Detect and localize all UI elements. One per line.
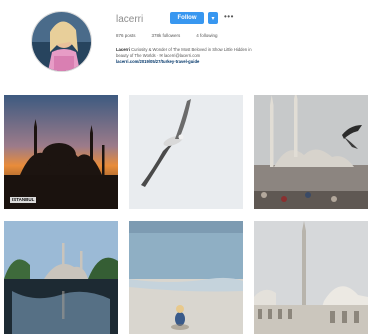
post-tile[interactable]	[254, 95, 368, 209]
profile-bio: Lacerri Curiosity & Wonder of The Most B…	[116, 47, 361, 65]
post-tile[interactable]	[4, 221, 118, 334]
bio-text-1: Curiosity & Wonder of The Most Beloved i…	[131, 47, 252, 52]
profile-stats: 876 posts 378k followers 4 following	[116, 33, 218, 38]
suggestions-dropdown-button[interactable]: ▾	[208, 12, 218, 24]
more-options-button[interactable]: •••	[224, 12, 234, 21]
bio-link[interactable]: lacerri.com/2019/05/27/turkey-travel-gui…	[116, 59, 361, 65]
post-tile[interactable]	[129, 95, 243, 209]
post-tile[interactable]	[129, 221, 243, 334]
post-mosque-sunset-image	[4, 95, 118, 209]
followers-count[interactable]: 378k followers	[152, 33, 181, 38]
post-mosque-seagull-image	[254, 95, 368, 209]
post-white-mosque-image	[254, 221, 368, 334]
avatar[interactable]	[31, 11, 92, 72]
post-seagull-image	[129, 95, 243, 209]
follow-button[interactable]: Follow	[170, 12, 204, 24]
bio-name: Lacerri	[116, 47, 130, 52]
post-tile[interactable]: ISTANBUL	[4, 95, 118, 209]
post-caption: ISTANBUL	[12, 197, 35, 202]
following-count[interactable]: 4 following	[196, 33, 217, 38]
avatar-photo	[32, 12, 91, 71]
username: lacerri	[116, 14, 144, 25]
post-beach-girl-image	[129, 221, 243, 334]
post-tile[interactable]	[254, 221, 368, 334]
posts-count: 876 posts	[116, 33, 136, 38]
post-mosque-reflection-image	[4, 221, 118, 334]
